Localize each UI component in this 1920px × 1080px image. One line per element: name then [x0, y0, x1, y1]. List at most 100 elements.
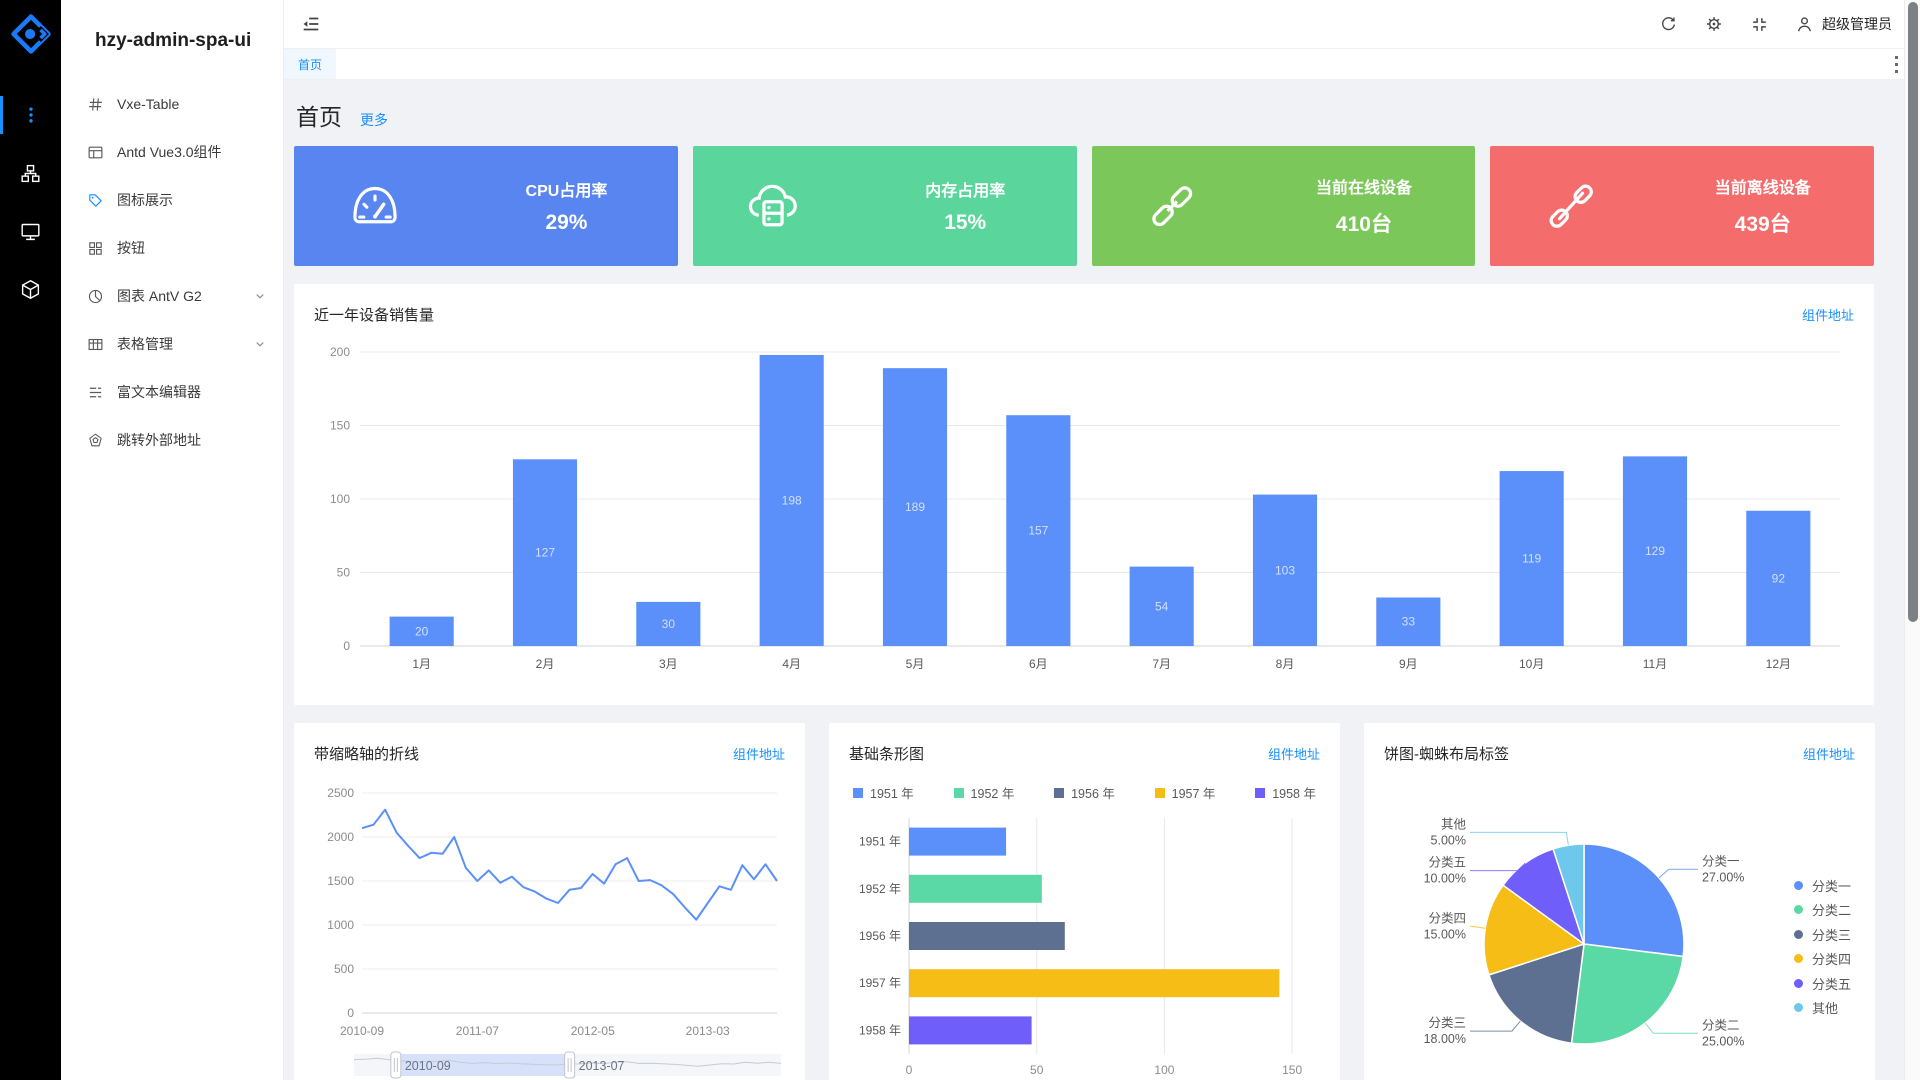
svg-text:50: 50 — [337, 566, 351, 580]
slider-handle-end[interactable] — [565, 1052, 575, 1078]
app-logo[interactable] — [7, 10, 55, 58]
svg-text:129: 129 — [1645, 544, 1665, 558]
sidebar-item-label: Vxe-Table — [117, 96, 179, 112]
legend-swatch — [1054, 788, 1064, 798]
logo-diamond-icon — [9, 12, 53, 56]
sidebar: hzy-admin-spa-ui Vxe-TableAntd Vue3.0组件图… — [61, 0, 284, 1080]
component-link[interactable]: 组件地址 — [1802, 305, 1854, 324]
legend-label: 分类三 — [1812, 925, 1851, 944]
legend-item-2[interactable]: 分类三 — [1794, 922, 1851, 947]
stat-card-text: CPU占用率29% — [455, 177, 678, 235]
svg-text:33: 33 — [1402, 615, 1416, 629]
user-menu[interactable]: 超级管理员 — [1795, 14, 1892, 34]
legend-item-3[interactable]: 分类四 — [1794, 947, 1851, 972]
sidebar-item-label: 富文本编辑器 — [117, 382, 201, 402]
user-icon — [1795, 15, 1814, 34]
hbar-legend: 1951 年 1952 年 1956 年 1957 年 1958 年 — [849, 783, 1320, 802]
svg-text:103: 103 — [1275, 563, 1295, 577]
sales-bar-chart: 050100150200201月1272月303月1984月1895月1576月… — [314, 328, 1854, 680]
horizontal-bar-chart: 0501001501951 年1952 年1956 年1957 年1958 年 — [849, 812, 1320, 1080]
menu-fold-icon[interactable] — [300, 13, 322, 35]
svg-text:119: 119 — [1522, 552, 1541, 566]
svg-text:0: 0 — [343, 639, 350, 653]
legend-item-2[interactable]: 1956 年 — [1054, 783, 1115, 802]
chevron-down-icon — [253, 337, 267, 351]
link-broken-icon — [1490, 177, 1651, 235]
sidebar-item-2[interactable]: 图标展示 — [61, 176, 283, 224]
stat-card-title: 内存占用率 — [925, 177, 1005, 201]
more-link[interactable]: 更多 — [360, 110, 388, 130]
svg-text:150: 150 — [330, 419, 350, 433]
sidebar-item-6[interactable]: 富文本编辑器 — [61, 368, 283, 416]
codesandbox-icon — [20, 279, 41, 300]
component-link[interactable]: 组件地址 — [733, 744, 785, 763]
panel-head: 基础条形图 组件地址 — [849, 739, 1320, 767]
main-area: 超级管理员 首页 首页 更多 CPU占用率29%内存占用率15%当前在线设备41… — [284, 0, 1920, 1080]
legend-item-0[interactable]: 分类一 — [1794, 873, 1851, 898]
svg-text:157: 157 — [1028, 524, 1048, 538]
reload-icon[interactable] — [1659, 15, 1678, 34]
svg-text:分类四: 分类四 — [1428, 911, 1466, 925]
stat-card-title: 当前离线设备 — [1715, 174, 1811, 198]
sidebar-item-4[interactable]: 图表 AntV G2 — [61, 272, 283, 320]
tab-overflow-icon[interactable] — [1895, 49, 1898, 79]
settings-gear-icon[interactable] — [1704, 14, 1724, 34]
legend-dot — [1794, 930, 1803, 939]
legend-dot — [1794, 881, 1803, 890]
component-link[interactable]: 组件地址 — [1803, 744, 1855, 763]
svg-text:2000: 2000 — [327, 830, 354, 844]
chart-zoom-slider[interactable]: 2010-092013-07 — [314, 1048, 785, 1080]
rail-item-desktop[interactable] — [0, 214, 61, 248]
sidebar-item-1[interactable]: Antd Vue3.0组件 — [61, 128, 283, 176]
stat-card-value: 29% — [545, 211, 587, 235]
tab-home[interactable]: 首页 — [284, 49, 336, 79]
stat-card-text: 内存占用率15% — [854, 177, 1077, 235]
legend-item-1[interactable]: 分类二 — [1794, 898, 1851, 923]
nav-rail — [0, 0, 61, 1080]
svg-text:2500: 2500 — [327, 786, 354, 800]
legend-label: 1952 年 — [971, 783, 1015, 802]
legend-item-1[interactable]: 1952 年 — [954, 783, 1015, 802]
fullscreen-exit-icon[interactable] — [1750, 15, 1769, 34]
legend-item-4[interactable]: 分类五 — [1794, 971, 1851, 996]
legend-item-5[interactable]: 其他 — [1794, 996, 1851, 1021]
svg-text:10.00%: 10.00% — [1424, 872, 1466, 886]
rail-item-more[interactable] — [0, 98, 61, 132]
appstore-icon — [87, 240, 105, 257]
svg-text:3月: 3月 — [659, 657, 678, 671]
legend-dot — [1794, 979, 1803, 988]
legend-item-0[interactable]: 1951 年 — [853, 783, 914, 802]
svg-text:2013-07: 2013-07 — [579, 1059, 625, 1073]
svg-text:500: 500 — [334, 962, 354, 976]
user-name: 超级管理员 — [1822, 14, 1892, 34]
svg-text:150: 150 — [1282, 1063, 1302, 1077]
sidebar-item-0[interactable]: Vxe-Table — [61, 80, 283, 128]
sales-chart-panel: 近一年设备销售量 组件地址 050100150200201月1272月303月1… — [294, 284, 1874, 705]
legend-item-3[interactable]: 1957 年 — [1155, 783, 1216, 802]
sidebar-item-label: 表格管理 — [117, 334, 173, 354]
svg-text:50: 50 — [1030, 1063, 1044, 1077]
rail-item-codesandbox[interactable] — [0, 272, 61, 306]
app-title: hzy-admin-spa-ui — [61, 0, 283, 52]
sidebar-item-3[interactable]: 按钮 — [61, 224, 283, 272]
svg-text:4月: 4月 — [782, 657, 801, 671]
sitemap-icon — [20, 163, 41, 184]
legend-label: 分类一 — [1812, 876, 1851, 895]
bottom-row: 带缩略轴的折线 组件地址 050010001500200025002010-09… — [294, 723, 1874, 1080]
legend-item-4[interactable]: 1958 年 — [1255, 783, 1316, 802]
scrollbar-thumb[interactable] — [1908, 2, 1918, 622]
tab-bar: 首页 — [284, 49, 1920, 80]
svg-text:5月: 5月 — [906, 657, 925, 671]
sidebar-item-5[interactable]: 表格管理 — [61, 320, 283, 368]
slider-handle-start[interactable] — [391, 1052, 401, 1078]
pie-icon — [87, 288, 105, 305]
sidebar-item-label: 图表 AntV G2 — [117, 286, 202, 306]
sidebar-item-7[interactable]: 跳转外部地址 — [61, 416, 283, 464]
hash-icon — [87, 96, 105, 113]
rail-item-sitemap[interactable] — [0, 156, 61, 190]
stat-card-text: 当前离线设备439台 — [1651, 174, 1874, 238]
component-link[interactable]: 组件地址 — [1268, 744, 1320, 763]
svg-text:2011-07: 2011-07 — [456, 1024, 499, 1038]
more-icon — [21, 105, 41, 125]
page-scrollbar — [1904, 0, 1920, 1080]
